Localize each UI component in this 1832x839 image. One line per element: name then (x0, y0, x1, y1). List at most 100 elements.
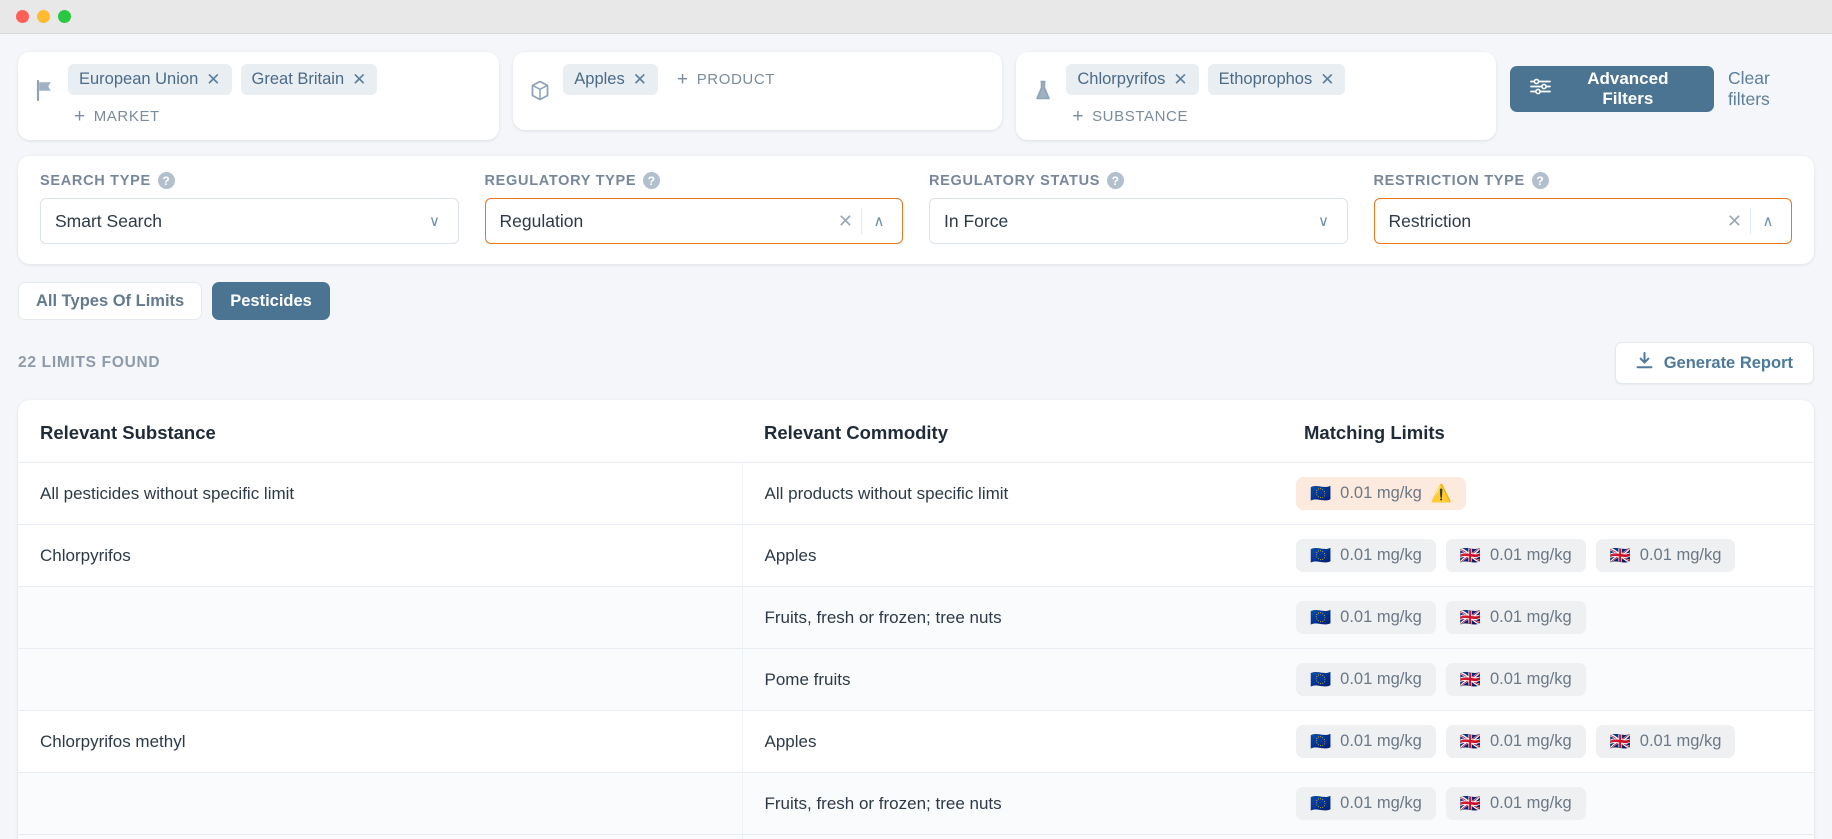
cell-matching-limits: 🇪🇺0.01 mg/kg🇬🇧0.01 mg/kg (1278, 835, 1814, 839)
cell-matching-limits: 🇪🇺0.01 mg/kg🇬🇧0.01 mg/kg🇬🇧0.01 mg/kg (1278, 525, 1814, 587)
regulatory-status-select[interactable]: In Force ∨ (929, 198, 1348, 244)
add-market-button[interactable]: + MARKET (68, 105, 166, 128)
table-row[interactable]: All pesticides without specific limitAll… (18, 463, 1814, 525)
maximize-window-button[interactable] (58, 10, 71, 23)
help-icon[interactable]: ? (158, 172, 175, 189)
add-product-label: PRODUCT (697, 71, 775, 88)
limit-chip-group: 🇪🇺0.01 mg/kg🇬🇧0.01 mg/kg🇬🇧0.01 mg/kg (1296, 539, 1814, 572)
limit-chip[interactable]: 🇬🇧0.01 mg/kg (1596, 725, 1736, 758)
help-icon[interactable]: ? (1532, 172, 1549, 189)
help-icon[interactable]: ? (643, 172, 660, 189)
add-substance-label: SUBSTANCE (1092, 108, 1188, 125)
limit-chip[interactable]: 🇪🇺 0.01 mg/kg (1296, 601, 1436, 634)
market-chip[interactable]: Great Britain ✕ (241, 64, 378, 95)
clear-icon[interactable]: ✕ (1719, 211, 1750, 232)
limit-chip[interactable]: 🇪🇺0.01 mg/kg⚠️ (1296, 477, 1466, 510)
clear-icon[interactable]: ✕ (830, 211, 861, 232)
limit-value: 0.01 mg/kg (1340, 608, 1422, 627)
column-header-relevant-commodity: Relevant Commodity (742, 400, 1278, 463)
table-row[interactable]: Pome fruits 🇪🇺0.01 mg/kg 🇬🇧0.01 mg/kg (18, 649, 1814, 711)
chevron-down-icon[interactable]: ∨ (1307, 212, 1341, 230)
add-product-button[interactable]: + PRODUCT (671, 68, 781, 91)
limit-chip[interactable]: 🇬🇧0.01 mg/kg (1446, 601, 1586, 634)
column-header-matching-limits: Matching Limits (1278, 400, 1814, 463)
limit-chip[interactable]: 🇪🇺0.01 mg/kg (1296, 663, 1436, 696)
cell-relevant-substance (18, 835, 742, 839)
results-header: 22 LIMITS FOUND Generate Report (18, 342, 1814, 384)
limit-value: 0.01 mg/kg (1490, 546, 1572, 565)
minimize-window-button[interactable] (37, 10, 50, 23)
limit-chip[interactable]: 🇬🇧 0.01 mg/kg (1446, 539, 1586, 572)
regulatory-status-value: In Force (944, 211, 1307, 232)
limit-chip-group: 🇪🇺0.01 mg/kg 🇬🇧0.01 mg/kg (1296, 663, 1814, 696)
limit-chip[interactable]: 🇪🇺0.01 mg/kg (1296, 725, 1436, 758)
limit-chip-group: 🇪🇺0.01 mg/kg⚠️ (1296, 477, 1814, 510)
chevron-up-icon[interactable]: ∧ (862, 212, 896, 230)
regulatory-type-select[interactable]: Regulation ✕ ∧ (485, 198, 904, 244)
table-row[interactable]: Chlorpyrifos methylApples🇪🇺0.01 mg/kg🇬🇧0… (18, 711, 1814, 773)
regulatory-status-label: REGULATORY STATUS ? (929, 172, 1348, 189)
chip-remove-icon[interactable]: ✕ (633, 71, 647, 88)
regulatory-type-value: Regulation (500, 211, 830, 232)
cell-relevant-substance (18, 773, 742, 835)
limit-chip[interactable]: 🇬🇧0.01 mg/kg (1446, 663, 1586, 696)
limit-value: 0.01 mg/kg (1490, 794, 1572, 813)
tab-pesticides[interactable]: Pesticides (212, 282, 330, 320)
chip-remove-icon[interactable]: ✕ (1173, 71, 1187, 88)
limit-chip[interactable]: 🇬🇧0.01 mg/kg (1446, 725, 1586, 758)
limit-chip[interactable]: 🇪🇺0.01 mg/kg (1296, 539, 1436, 572)
country-flag-icon: 🇬🇧 (1460, 795, 1481, 812)
limits-table-body: All pesticides without specific limitAll… (18, 463, 1814, 839)
limit-chip-group: 🇪🇺 0.01 mg/kg 🇬🇧0.01 mg/kg (1296, 601, 1814, 634)
country-flag-icon: 🇬🇧 (1610, 733, 1631, 750)
cell-matching-limits: 🇪🇺0.01 mg/kg⚠️ (1278, 463, 1814, 525)
tab-all-types-of-limits[interactable]: All Types Of Limits (18, 282, 202, 320)
table-row[interactable]: Pome fruits🇪🇺0.01 mg/kg🇬🇧0.01 mg/kg (18, 835, 1814, 839)
restriction-type-select[interactable]: Restriction ✕ ∧ (1374, 198, 1793, 244)
substance-chip[interactable]: Ethoprophos ✕ (1208, 64, 1346, 95)
chevron-up-icon[interactable]: ∧ (1751, 212, 1785, 230)
cell-relevant-substance (18, 649, 742, 711)
cell-relevant-commodity: Pome fruits (742, 649, 1278, 711)
limit-chip[interactable]: 🇪🇺0.01 mg/kg (1296, 787, 1436, 820)
country-flag-icon: 🇪🇺 (1310, 485, 1331, 502)
clear-filters-link[interactable]: Clear filters (1728, 68, 1814, 110)
cell-matching-limits: 🇪🇺0.01 mg/kg 🇬🇧 0.01 mg/kg (1278, 773, 1814, 835)
chip-label: Apples (574, 70, 624, 89)
chip-remove-icon[interactable]: ✕ (1320, 71, 1334, 88)
substance-filter-card: Chlorpyrifos ✕ Ethoprophos ✕ + SUBSTANCE (1016, 52, 1495, 140)
limit-chip[interactable]: 🇬🇧0.01 mg/kg (1596, 539, 1736, 572)
substance-chip[interactable]: Chlorpyrifos ✕ (1066, 64, 1198, 95)
table-row[interactable]: ChlorpyrifosApples🇪🇺0.01 mg/kg🇬🇧0.01 mg/… (18, 525, 1814, 587)
country-flag-icon: 🇬🇧 (1460, 547, 1481, 564)
country-flag-icon: 🇪🇺 (1310, 547, 1331, 564)
search-options-panel: SEARCH TYPE ? Smart Search ∨ REGULATORY … (18, 156, 1814, 264)
window-titlebar (0, 0, 1832, 34)
search-type-value: Smart Search (55, 211, 418, 232)
table-row[interactable]: Fruits, fresh or frozen; tree nuts🇪🇺0.01… (18, 587, 1814, 649)
product-chip[interactable]: Apples ✕ (563, 64, 658, 95)
generate-report-button[interactable]: Generate Report (1615, 342, 1814, 384)
add-market-label: MARKET (94, 108, 160, 125)
help-icon[interactable]: ? (1107, 172, 1124, 189)
restriction-type-field: RESTRICTION TYPE ? Restriction ✕ ∧ (1374, 172, 1793, 244)
limit-chip-group: 🇪🇺0.01 mg/kg 🇬🇧 0.01 mg/kg (1296, 787, 1814, 820)
add-substance-button[interactable]: + SUBSTANCE (1066, 105, 1194, 128)
advanced-filters-button[interactable]: Advanced Filters (1510, 66, 1714, 112)
chip-remove-icon[interactable]: ✕ (352, 71, 366, 88)
country-flag-icon: 🇬🇧 (1610, 547, 1631, 564)
market-chip[interactable]: European Union ✕ (68, 64, 232, 95)
chevron-down-icon[interactable]: ∨ (418, 212, 452, 230)
table-row[interactable]: Fruits, fresh or frozen; tree nuts🇪🇺0.01… (18, 773, 1814, 835)
cell-relevant-substance: Chlorpyrifos (18, 525, 742, 587)
limit-type-tabs: All Types Of Limits Pesticides (18, 282, 1814, 320)
substance-chip-row: Chlorpyrifos ✕ Ethoprophos ✕ (1066, 64, 1481, 95)
country-flag-icon: 🇪🇺 (1310, 609, 1331, 626)
cell-matching-limits: 🇪🇺0.01 mg/kg 🇬🇧0.01 mg/kg (1278, 649, 1814, 711)
limit-value: 0.01 mg/kg (1340, 732, 1422, 751)
generate-report-label: Generate Report (1664, 354, 1793, 373)
search-type-select[interactable]: Smart Search ∨ (40, 198, 459, 244)
limit-chip[interactable]: 🇬🇧 0.01 mg/kg (1446, 787, 1586, 820)
close-window-button[interactable] (16, 10, 29, 23)
chip-remove-icon[interactable]: ✕ (206, 71, 220, 88)
